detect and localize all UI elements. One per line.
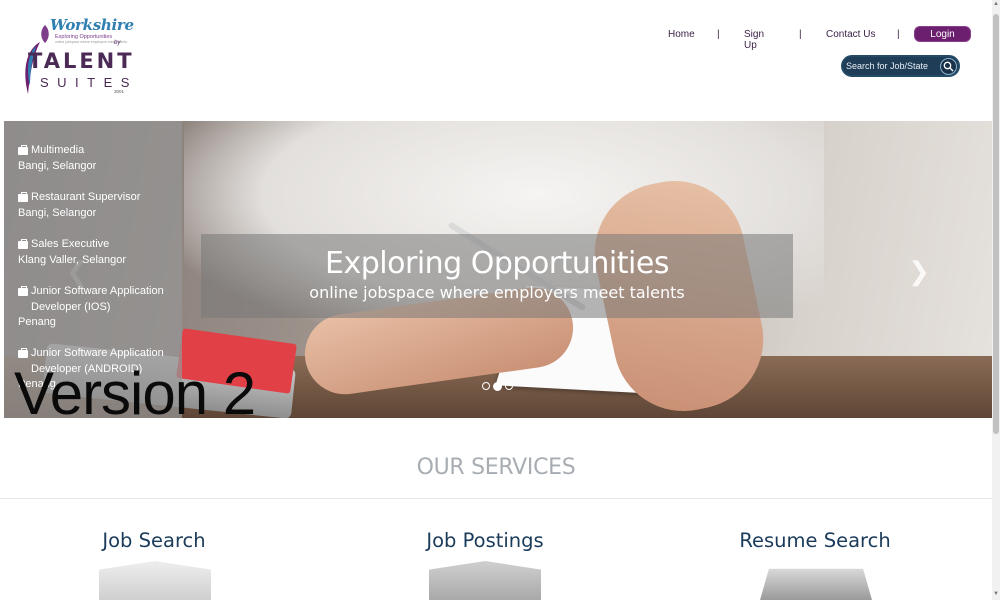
job-title: Junior Software Application Developer (I… [31,285,164,313]
briefcase-icon [18,192,28,202]
search-button[interactable] [940,58,957,75]
carousel-dot[interactable] [482,382,490,390]
nav-home-link[interactable]: Home [668,29,695,40]
briefcase-icon [18,286,28,296]
login-button[interactable]: Login [914,26,971,42]
nav-signup-link[interactable]: Sign Up [744,29,764,51]
briefcase-icon [18,239,28,249]
job-listing[interactable]: Junior Software Application Developer (I… [18,284,178,331]
job-title: Sales Executive [31,238,110,250]
service-job-search-image[interactable] [99,561,211,600]
search-icon [943,61,954,72]
scrollbar-thumb[interactable] [993,14,999,434]
logo-edition: 3001 [114,89,125,94]
nav-separator: | [897,29,900,40]
hero-caption: Exploring Opportunities online jobspace … [201,234,793,318]
services-heading: OUR SERVICES [416,455,576,480]
service-resume-search-title[interactable]: Resume Search [705,529,925,552]
logo-suites: SUITES [40,75,138,90]
nav-separator: | [717,29,720,40]
job-location: Bangi, Selangor [18,159,97,172]
job-location: Klang Valler, Selangor [18,253,127,266]
logo-by: by [114,40,121,46]
job-listing[interactable]: Sales Executive Klang Valler, Selangor [18,237,178,268]
hero-title: Exploring Opportunities [325,246,669,281]
service-job-postings-image[interactable] [429,561,541,600]
carousel-dot[interactable] [505,382,513,390]
carousel-indicators [482,381,516,392]
job-title: Restaurant Supervisor [31,191,141,203]
briefcase-icon [18,145,28,155]
site-header: Workshire Exploring Opportunities online… [0,0,992,120]
page-scrollbar[interactable]: ▲ ▼ [992,0,1000,600]
job-location: Bangi, Selangor [18,206,97,219]
scroll-down-arrow-icon[interactable]: ▼ [992,590,1000,598]
service-resume-search-image[interactable] [760,561,872,600]
service-job-search-title[interactable]: Job Search [44,529,264,552]
job-search-bar [841,55,960,77]
service-job-postings-title[interactable]: Job Postings [375,529,595,552]
job-location: Penang [18,316,56,328]
brand-logo[interactable]: Workshire Exploring Opportunities online… [18,14,134,98]
job-listing[interactable]: Restaurant Supervisor Bangi, Selangor [18,190,178,221]
carousel-dot-active[interactable] [493,381,502,391]
job-search-input[interactable] [846,58,938,74]
services-divider [0,498,992,499]
hero-subtitle: online jobspace where employers meet tal… [309,283,685,302]
chevron-right-icon[interactable]: ❯ [908,256,930,286]
scroll-up-arrow-icon[interactable]: ▲ [992,0,1000,8]
logo-talent: TALENT [28,49,135,73]
job-title: Multimedia [31,144,85,156]
job-listing[interactable]: Multimedia Bangi, Selangor [18,143,178,174]
logo-wordmark: Workshire [50,16,134,34]
briefcase-icon [18,348,28,358]
nav-separator: | [799,29,802,40]
nav-contact-link[interactable]: Contact Us [826,29,875,40]
version-watermark: Version 2 [14,360,256,427]
